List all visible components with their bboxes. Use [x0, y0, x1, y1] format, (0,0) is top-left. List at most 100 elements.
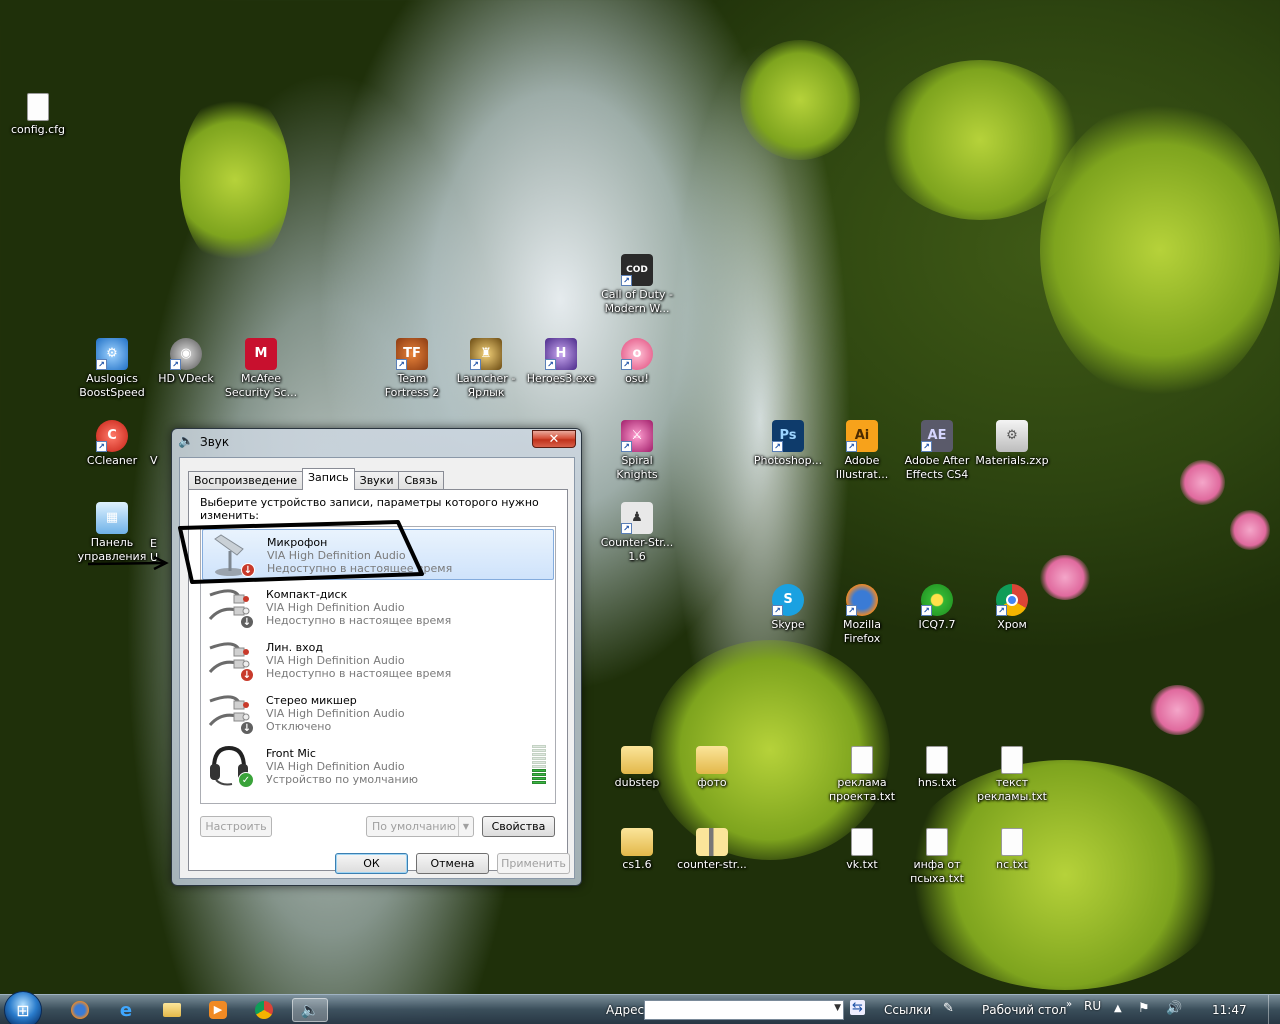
- desktop-icon-label: hns.txt: [917, 776, 957, 789]
- apply-button[interactable]: Применить: [497, 853, 570, 874]
- desktop-icon-label: nc.txt: [996, 858, 1028, 871]
- desktop-icon-osu[interactable]: o ↗ osu!: [599, 338, 675, 386]
- text-file-icon: [27, 93, 49, 121]
- device-list[interactable]: ↓ Микрофон VIA High Definition Audio Нед…: [200, 526, 556, 804]
- desktop-icon-ccleaner[interactable]: C ↗ CCleaner: [74, 420, 150, 468]
- desktop-icon-spiral-knights[interactable]: ⚔ ↗ Spiral Knights: [599, 420, 675, 482]
- desktop-icon-infa-ot-psyha[interactable]: инфа от псыха.txt: [899, 828, 975, 886]
- close-button[interactable]: ✕: [532, 430, 576, 448]
- device-item-microphone[interactable]: ↓ Микрофон VIA High Definition Audio Нед…: [202, 529, 554, 580]
- desktop-icon-icq[interactable]: ↗ ICQ7.7: [899, 584, 975, 632]
- desktop-icon-label: фото: [697, 776, 727, 789]
- device-item-front-mic[interactable]: ✓ Front Mic VIA High Definition Audio Ус…: [202, 741, 554, 792]
- desktop-icon-control-panel[interactable]: ▦ Панель управления: [74, 502, 150, 564]
- chevron-down-icon: ▼: [458, 817, 473, 836]
- level-meter-segment: [532, 773, 546, 776]
- desktop-icon-label: Spiral Knights: [616, 454, 658, 481]
- desktop-icon-hns[interactable]: hns.txt: [899, 746, 975, 790]
- language-indicator[interactable]: RU: [1084, 999, 1101, 1013]
- speaker-icon: 🔈: [300, 1001, 320, 1019]
- device-item-stereo-mix[interactable]: ↓ Стерео микшер VIA High Definition Audi…: [202, 688, 554, 739]
- desktop-icon-folder-cs16[interactable]: cs1.6: [599, 828, 675, 872]
- set-default-dropdown[interactable]: По умолчанию ▼: [366, 816, 474, 837]
- hd-vdeck-icon: ◉ ↗: [170, 338, 202, 370]
- desktop-icon-label: dubstep: [614, 776, 660, 789]
- desktop-icon-photoshop[interactable]: Ps ↗ Photoshop...: [750, 420, 826, 468]
- mcafee-icon: M: [245, 338, 277, 370]
- taskbar-internet-explorer[interactable]: e: [108, 998, 144, 1022]
- desktop-icon-label: HD VDeck: [158, 372, 214, 385]
- desktop-icon-call-of-duty[interactable]: COD ↗ Call of Duty - Modern W...: [599, 254, 675, 316]
- show-desktop-button[interactable]: [1268, 995, 1280, 1024]
- speaker-icon: 🔈: [178, 434, 195, 449]
- properties-button[interactable]: Свойства: [482, 816, 555, 837]
- clock-time[interactable]: 11:47: [1212, 1003, 1247, 1017]
- desktop-icon-label: osu!: [625, 372, 649, 385]
- taskbar: ⊞ e ▶ 🔈 Адрес ▼ ⇆ Ссылки ✎ Рабочий стол …: [0, 991, 1280, 1024]
- desktop-icon-tekst-reklamy[interactable]: текст рекламы.txt: [974, 746, 1050, 804]
- zip-folder-icon: [696, 828, 728, 856]
- desktop-icon-folder-dubstep[interactable]: dubstep: [599, 746, 675, 790]
- desktop-icon-after-effects[interactable]: AE ↗ Adobe After Effects CS4: [899, 420, 975, 482]
- desktop-icon-partial-label: E: [150, 537, 157, 550]
- go-arrows-icon[interactable]: ⇆: [850, 1000, 865, 1015]
- cancel-button[interactable]: Отмена: [416, 853, 489, 874]
- chevron-expand-icon[interactable]: »: [1066, 999, 1072, 1010]
- start-button[interactable]: ⊞: [4, 991, 42, 1024]
- tab-communications[interactable]: Связь: [398, 471, 444, 490]
- desktop-icon-nc[interactable]: nc.txt: [974, 828, 1050, 872]
- configure-button[interactable]: Настроить: [200, 816, 272, 837]
- links-label[interactable]: Ссылки: [884, 1003, 931, 1017]
- dialog-titlebar[interactable]: 🔈 Звук ✕: [172, 429, 581, 455]
- firefox-icon: ↗: [846, 584, 878, 616]
- desktop-icon-skype[interactable]: S ↗ Skype: [750, 584, 826, 632]
- tab-strip: Воспроизведение Запись Звуки Связь: [188, 468, 444, 490]
- ccleaner-icon: C ↗: [96, 420, 128, 452]
- desktop-icon-counter-str-zip[interactable]: counter-str...: [674, 828, 750, 872]
- volume-icon[interactable]: 🔊: [1166, 1001, 1182, 1016]
- desktop-icon-folder-foto[interactable]: фото: [674, 746, 750, 790]
- desktop-icon-team-fortress[interactable]: TF ↗ Team Fortress 2: [374, 338, 450, 400]
- address-input[interactable]: ▼: [644, 1000, 844, 1020]
- action-center-flag-icon[interactable]: ⚑: [1138, 1001, 1150, 1016]
- desktop-icon-heroes3[interactable]: H ↗ Heroes3.exe: [523, 338, 599, 386]
- desktop-icon-config-cfg[interactable]: config.cfg: [0, 93, 76, 137]
- media-player-icon: ▶: [209, 1001, 227, 1019]
- device-driver: VIA High Definition Audio: [266, 707, 405, 720]
- tab-playback[interactable]: Воспроизведение: [188, 471, 303, 490]
- desktop-icon-firefox[interactable]: ↗ Mozilla Firefox: [824, 584, 900, 646]
- desktop-icon-reklama-proekta[interactable]: реклама проекта.txt: [824, 746, 900, 804]
- desktop-icon-hd-vdeck[interactable]: ◉ ↗ HD VDeck: [148, 338, 224, 386]
- desktop-icon-label: ICQ7.7: [918, 618, 956, 631]
- taskbar-media-player[interactable]: ▶: [200, 998, 236, 1022]
- tab-recording[interactable]: Запись: [301, 468, 355, 490]
- desktop-icon-launcher[interactable]: ♜ ↗ Launcher - Ярлык: [448, 338, 524, 400]
- taskbar-explorer[interactable]: [154, 998, 190, 1022]
- level-meter-segment: [532, 761, 546, 764]
- device-driver: VIA High Definition Audio: [266, 601, 405, 614]
- desktop-icon-chrome[interactable]: ↗ Хром: [974, 584, 1050, 632]
- desktop-icon-counter-strike[interactable]: ♟ ↗ Counter-Str... 1.6: [599, 502, 675, 564]
- ok-button[interactable]: ОК: [335, 853, 408, 874]
- desktop-icon-illustrator[interactable]: Ai ↗ Adobe Illustrat...: [824, 420, 900, 482]
- dialog-client-area: Воспроизведение Запись Звуки Связь Выбер…: [179, 457, 575, 879]
- desktop-icon-label: Mozilla Firefox: [843, 618, 881, 645]
- tab-sounds[interactable]: Звуки: [353, 471, 400, 490]
- firefox-icon: [71, 1001, 89, 1019]
- desktop-toolbar-label[interactable]: Рабочий стол: [982, 1003, 1066, 1017]
- desktop-icon-materials-zxp[interactable]: ⚙ Materials.zxp: [974, 420, 1050, 468]
- show-hidden-icons-icon[interactable]: ▲: [1114, 1003, 1122, 1014]
- desktop-icon-label: Launcher - Ярлык: [456, 372, 516, 399]
- desktop-icon-mcafee[interactable]: M McAfee Security Sc...: [223, 338, 299, 400]
- taskbar-firefox[interactable]: [62, 998, 98, 1022]
- device-item-line-in[interactable]: ↓ Лин. вход VIA High Definition Audio Не…: [202, 635, 554, 686]
- taskbar-chrome[interactable]: [246, 998, 282, 1022]
- device-name: Микрофон: [267, 536, 328, 549]
- annotation-arrow: [87, 556, 169, 570]
- taskbar-sound-dialog[interactable]: 🔈: [292, 998, 328, 1022]
- edit-icon[interactable]: ✎: [943, 1001, 954, 1016]
- device-item-cd[interactable]: ↓ Компакт-диск VIA High Definition Audio…: [202, 582, 554, 633]
- desktop-icon-label: реклама проекта.txt: [828, 776, 896, 803]
- desktop-icon-vk[interactable]: vk.txt: [824, 828, 900, 872]
- desktop-icon-auslogics[interactable]: ⚙ ↗ Auslogics BoostSpeed: [74, 338, 150, 400]
